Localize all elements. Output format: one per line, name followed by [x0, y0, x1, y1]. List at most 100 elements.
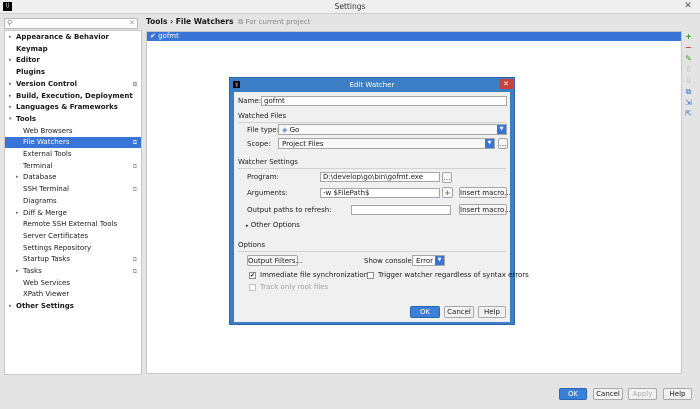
sidebar-item[interactable]: ▾ Tools [5, 114, 141, 125]
sidebar-item[interactable]: ▸ Diff & Merge [5, 208, 141, 219]
watcher-row[interactable]: ✔ gofmt [147, 32, 681, 41]
chevron-right-icon[interactable]: ▸ [9, 301, 12, 312]
sidebar-item[interactable]: XPath Viewer [5, 289, 141, 300]
clear-search-icon[interactable]: ✕ [129, 19, 135, 28]
name-label: Name: [238, 97, 262, 105]
watchers-toolbar: + − ✎ ⇧ ⇩ ⧉ ⇲ ⇱ [684, 32, 694, 152]
sidebar-item-label: Diff & Merge [23, 208, 67, 217]
cancel-button[interactable]: Cancel [593, 388, 623, 400]
dialog-close-icon[interactable]: ✕ [499, 79, 513, 89]
scope-more-button[interactable]: ... [498, 138, 508, 149]
sidebar-item-label: SSH Terminal [23, 185, 69, 194]
remove-icon[interactable]: − [684, 43, 693, 52]
insert-macro-output-button[interactable]: Insert macro... [459, 204, 511, 215]
sidebar-item[interactable]: ▸ Database [5, 172, 141, 183]
dialog-ok-button[interactable]: OK [410, 306, 440, 318]
chevron-right-icon[interactable]: ▸ [9, 79, 12, 90]
sidebar-item[interactable]: External Tools [5, 149, 141, 160]
chevron-right-icon[interactable]: ▸ [9, 32, 12, 43]
arguments-field[interactable]: -w $FilePath$ [320, 188, 440, 198]
sidebar-item[interactable]: ▸ Build, Execution, Deployment [5, 91, 141, 102]
sidebar-item[interactable]: Plugins [5, 67, 141, 78]
ok-button[interactable]: OK [559, 388, 587, 400]
dialog-title: Edit Watcher [349, 81, 395, 89]
sidebar-item[interactable]: Web Services [5, 278, 141, 289]
sidebar-item[interactable]: File Watchers ⧉ [5, 137, 141, 149]
copy-icon[interactable]: ⧉ [684, 87, 693, 96]
output-filters-button[interactable]: Output Filters... [247, 255, 302, 266]
dialog-body: Name: gofmt Watched Files File type: ◈ G… [234, 92, 529, 322]
project-scope-icon: ⧉ [132, 186, 137, 194]
immediate-sync-label: Immediate file synchronization [260, 271, 369, 279]
sidebar-item-label: Server Certificates [23, 231, 89, 240]
sidebar-item[interactable]: SSH Terminal ⧉ [5, 184, 141, 195]
sidebar-item[interactable]: ▸ Other Settings [5, 301, 141, 312]
help-button[interactable]: Help [663, 388, 692, 400]
close-icon[interactable]: ✕ [676, 0, 700, 14]
sidebar-item[interactable]: Server Certificates [5, 231, 141, 242]
edit-icon[interactable]: ✎ [684, 54, 693, 63]
dialog-cancel-button[interactable]: Cancel [444, 306, 474, 318]
move-down-icon[interactable]: ⇩ [684, 76, 693, 85]
scope-label: Scope: [247, 140, 271, 148]
trigger-watcher-label: Trigger watcher regardless of syntax err… [378, 271, 529, 279]
project-scope-icon: ⧉ [132, 80, 137, 88]
sidebar-item-label: Web Browsers [23, 126, 73, 135]
sidebar-item-label: Tasks [23, 267, 42, 275]
chevron-down-icon[interactable]: ▾ [9, 114, 12, 125]
show-console-select[interactable]: Error ▼ [412, 255, 445, 266]
program-browse-button[interactable]: ... [442, 172, 452, 183]
chevron-right-icon[interactable]: ▸ [9, 91, 12, 102]
watcher-enabled-checkbox[interactable]: ✔ [150, 32, 156, 40]
sidebar-item-label: Build, Execution, Deployment [16, 91, 133, 100]
output-paths-field[interactable] [351, 205, 451, 215]
add-icon[interactable]: + [684, 32, 693, 41]
sidebar-item[interactable]: Web Browsers [5, 126, 141, 137]
sidebar-item[interactable]: ▸ Tasks ⧉ [5, 266, 141, 277]
export-icon[interactable]: ⇱ [684, 109, 693, 118]
expand-arguments-icon[interactable]: + [442, 187, 453, 198]
chevron-right-icon[interactable]: ▸ [16, 208, 19, 219]
track-root-label: Track only root files [260, 283, 329, 291]
sidebar-item[interactable]: ▸ Version Control ⧉ [5, 79, 141, 90]
chevron-down-icon: ▼ [485, 139, 494, 148]
chevron-right-icon[interactable]: ▸ [16, 172, 19, 183]
import-icon[interactable]: ⇲ [684, 98, 693, 107]
sidebar-item[interactable]: Remote SSH External Tools [5, 219, 141, 230]
settings-search-input[interactable]: ⚲ ✕ [4, 18, 138, 29]
search-icon: ⚲ [7, 19, 13, 27]
immediate-sync-checkbox[interactable]: ✔ [249, 272, 256, 279]
sidebar-item[interactable]: ▸ Languages & Frameworks [5, 102, 141, 113]
file-type-select[interactable]: ◈ Go ▼ [278, 124, 507, 135]
sidebar-item[interactable]: Settings Repository [5, 243, 141, 254]
trigger-watcher-checkbox[interactable] [367, 272, 374, 279]
sidebar-item[interactable]: Keymap [5, 44, 141, 55]
sidebar-item-label: Settings Repository [23, 243, 92, 252]
other-options-toggle[interactable]: ▸ Other Options [246, 220, 300, 231]
sidebar-item-label: Diagrams [23, 196, 57, 205]
sidebar-item[interactable]: Terminal ⧉ [5, 161, 141, 172]
watcher-settings-heading: Watcher Settings [238, 158, 506, 169]
scope-select[interactable]: Project Files ▼ [278, 138, 495, 149]
chevron-right-icon[interactable]: ▸ [9, 102, 12, 113]
sidebar-item[interactable]: Diagrams [5, 196, 141, 207]
watched-files-heading: Watched Files [238, 112, 507, 123]
chevron-right-icon[interactable]: ▸ [16, 266, 19, 277]
sidebar-item-label: Tools [16, 114, 37, 123]
chevron-down-icon: ▼ [497, 125, 506, 134]
move-up-icon[interactable]: ⇧ [684, 65, 693, 74]
sidebar-item[interactable]: ▸ Editor [5, 55, 141, 66]
chevron-down-icon: ▼ [435, 256, 444, 265]
dialog-help-button[interactable]: Help [478, 306, 506, 318]
program-field[interactable]: D:\develop\go\bin\gofmt.exe [320, 172, 440, 182]
insert-macro-button[interactable]: Insert macro... [459, 187, 511, 198]
sidebar-item[interactable]: ▸ Appearance & Behavior [5, 32, 141, 43]
sidebar-item[interactable]: Startup Tasks ⧉ [5, 254, 141, 265]
sidebar-item-label: Version Control [16, 79, 77, 88]
chevron-right-icon[interactable]: ▸ [9, 55, 12, 66]
apply-button[interactable]: Apply [628, 388, 657, 400]
sidebar-item-label: XPath Viewer [23, 290, 70, 299]
name-field[interactable]: gofmt [261, 96, 507, 106]
breadcrumb: Tools › File Watchers ⧉ For current proj… [146, 17, 310, 27]
track-root-checkbox[interactable] [249, 284, 256, 291]
